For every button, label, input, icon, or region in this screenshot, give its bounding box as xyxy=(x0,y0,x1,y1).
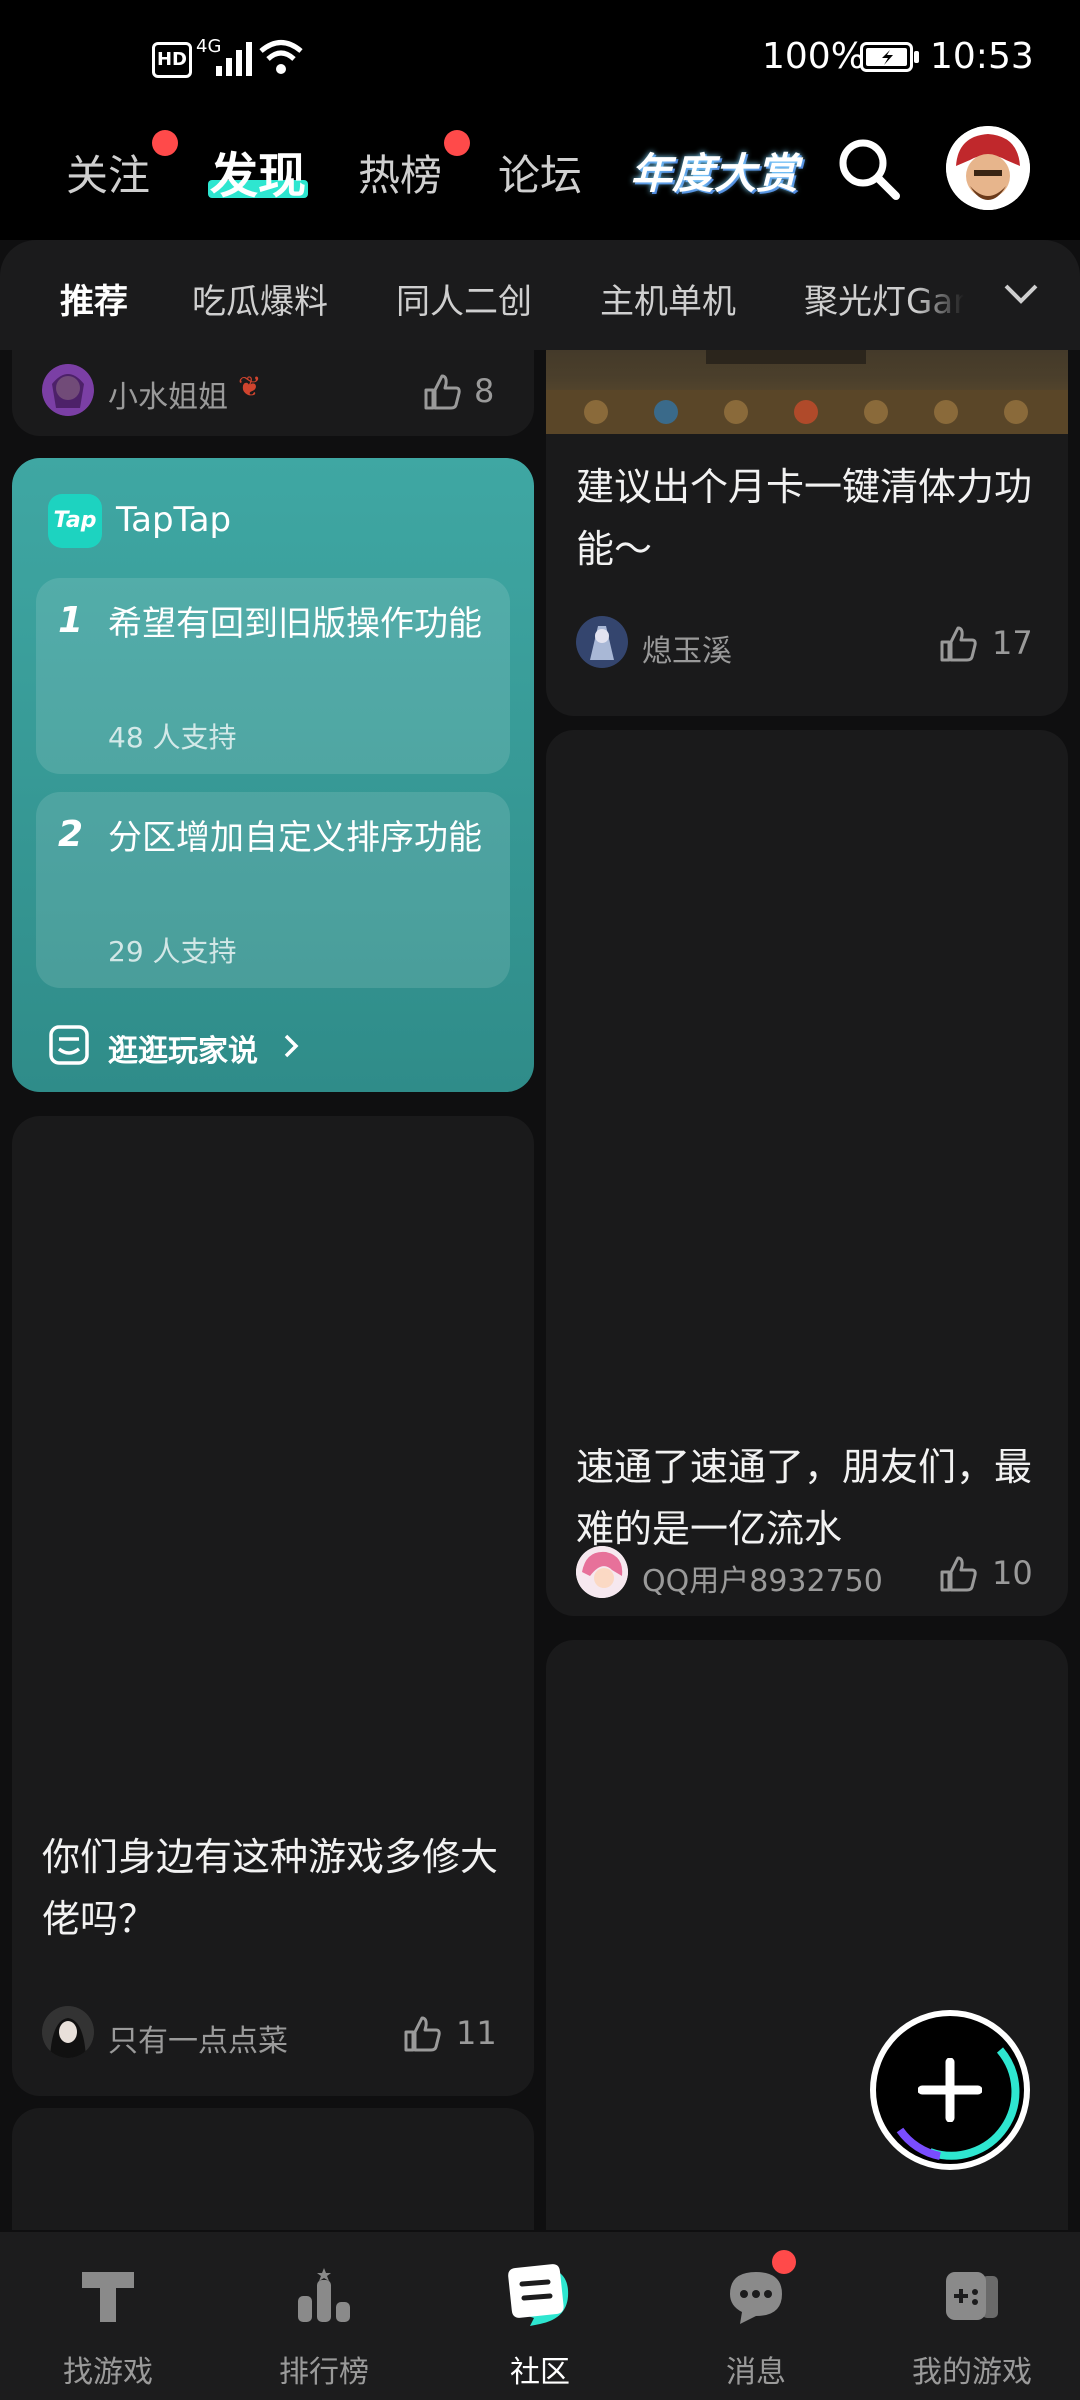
post-card[interactable] xyxy=(12,2108,534,2230)
browse-player-feedback-link[interactable]: 逛逛玩家说 xyxy=(108,1026,258,1070)
category-bar: 推荐 吃瓜爆料 同人二创 主机单机 聚光灯Gam xyxy=(0,240,1080,350)
post-card[interactable]: 你们身边有这种游戏多修大佬吗？ 只有一点点菜 11 xyxy=(12,1116,534,2096)
profile-avatar[interactable] xyxy=(946,126,1030,210)
chevron-down-icon[interactable] xyxy=(1002,280,1040,308)
game-screenshot-icon xyxy=(546,350,1068,434)
feedback-title: 希望有回到旧版操作功能 xyxy=(108,604,482,644)
create-post-button[interactable] xyxy=(870,2010,1030,2170)
taptap-feedback-card[interactable]: Tap TapTap 1 希望有回到旧版操作功能 48 人支持 2 分区增加自定… xyxy=(12,458,534,1092)
thumbs-up-icon[interactable] xyxy=(402,2014,442,2054)
message-icon xyxy=(730,2272,782,2324)
tab-forum[interactable]: 论坛 xyxy=(498,142,582,203)
post-title: 你们身边有这种游戏多修大佬吗？ xyxy=(42,1835,499,1941)
author-name[interactable]: 小水姐姐 xyxy=(108,372,228,416)
support-count: 29 人支持 xyxy=(108,935,237,968)
thumbs-up-icon[interactable] xyxy=(422,372,462,412)
nav-label: 消息 xyxy=(726,2355,786,2390)
bottom-nav: 找游戏 排行榜 社区 消息 我的游戏 xyxy=(0,2232,1080,2400)
feedback-title: 分区增加自定义排序功能 xyxy=(108,818,482,858)
avatar-image-icon xyxy=(576,1546,628,1598)
battery-icon xyxy=(860,42,919,72)
post-image xyxy=(546,350,1068,434)
tab-discover[interactable]: 发现 xyxy=(210,136,306,206)
avatar xyxy=(42,2006,94,2058)
taptap-brand: TapTap xyxy=(116,500,232,540)
post-title: 速通了速通了，朋友们，最难的是一亿流水 xyxy=(576,1445,1033,1551)
feedback-icon xyxy=(49,1025,89,1065)
avatar-face-icon xyxy=(946,126,1030,210)
nav-label: 找游戏 xyxy=(63,2355,153,2390)
search-icon[interactable] xyxy=(836,136,902,202)
like-count: 10 xyxy=(992,1554,1033,1592)
category-spotlight[interactable]: 聚光灯Gam xyxy=(804,274,964,323)
follow-notification-dot xyxy=(152,130,178,156)
feedback-item[interactable]: 1 希望有回到旧版操作功能 48 人支持 xyxy=(36,578,510,774)
taptap-logo-label: Tap xyxy=(53,508,97,533)
plus-icon xyxy=(918,2058,982,2122)
signal-icon xyxy=(216,42,252,76)
post-card[interactable]: 建议出个月卡一键清体力功能～ 熄玉溪 17 xyxy=(546,350,1068,716)
feedback-item[interactable]: 2 分区增加自定义排序功能 29 人支持 xyxy=(36,792,510,988)
left-column: 小水姐姐 ❦ 8 Tap TapTap 1 希望有回到旧版操作功能 48 人支持… xyxy=(0,350,540,2230)
ranking-icon xyxy=(298,2268,350,2322)
hot-notification-dot xyxy=(444,130,470,156)
category-gossip[interactable]: 吃瓜爆料 xyxy=(192,274,328,323)
message-notification-dot xyxy=(772,2250,796,2274)
avatar-image-icon xyxy=(42,364,94,416)
post-meta-row[interactable]: 小水姐姐 ❦ 8 xyxy=(12,350,534,436)
nav-messages[interactable]: 消息 xyxy=(648,2232,864,2400)
my-games-icon xyxy=(946,2272,998,2320)
like-count: 17 xyxy=(992,624,1033,662)
wifi-icon xyxy=(259,40,303,74)
author-name[interactable]: 熄玉溪 xyxy=(642,626,732,670)
avatar-image-icon xyxy=(42,2006,94,2058)
post-card[interactable]: 速通了速通了，朋友们，最难的是一亿流水 QQ用户8932750 10 xyxy=(546,730,1068,1616)
taptap-logo: Tap xyxy=(48,494,102,548)
battery-percent: 100% xyxy=(762,36,865,77)
nav-find-games[interactable]: 找游戏 xyxy=(0,2232,216,2400)
top-header: 关注 发现 热榜 论坛 年度大赏 xyxy=(0,120,1080,240)
right-column: 建议出个月卡一键清体力功能～ 熄玉溪 17 速通了速通了，朋友们，最难的是一亿流… xyxy=(540,350,1080,2230)
author-name[interactable]: QQ用户8932750 xyxy=(642,1556,883,1600)
post-title: 建议出个月卡一键清体力功能～ xyxy=(576,465,1033,571)
support-count: 48 人支持 xyxy=(108,721,237,754)
paw-icon: ❦ xyxy=(238,370,262,403)
clock: 10:53 xyxy=(930,36,1034,77)
category-console[interactable]: 主机单机 xyxy=(600,274,736,323)
find-games-icon xyxy=(82,2272,134,2322)
event-banner[interactable]: 年度大赏 xyxy=(630,140,798,201)
nav-ranking[interactable]: 排行榜 xyxy=(216,2232,432,2400)
avatar xyxy=(576,616,628,668)
category-fanart[interactable]: 同人二创 xyxy=(396,274,532,323)
hd-badge: HD xyxy=(152,42,192,78)
nav-my-games[interactable]: 我的游戏 xyxy=(864,2232,1080,2400)
feed: 小水姐姐 ❦ 8 Tap TapTap 1 希望有回到旧版操作功能 48 人支持… xyxy=(0,350,1080,2230)
avatar xyxy=(576,1546,628,1598)
avatar xyxy=(42,364,94,416)
nav-label: 我的游戏 xyxy=(912,2355,1032,2390)
nav-label: 社区 xyxy=(510,2355,570,2390)
community-icon xyxy=(508,2264,569,2326)
category-recommend[interactable]: 推荐 xyxy=(60,274,128,323)
chevron-right-icon xyxy=(284,1034,299,1058)
thumbs-up-icon[interactable] xyxy=(938,624,978,664)
tab-follow[interactable]: 关注 xyxy=(66,142,150,203)
tab-hot[interactable]: 热榜 xyxy=(358,142,442,203)
author-name[interactable]: 只有一点点菜 xyxy=(108,2016,288,2060)
nav-label: 排行榜 xyxy=(279,2355,369,2390)
avatar-image-icon xyxy=(576,616,628,668)
nav-community[interactable]: 社区 xyxy=(432,2232,648,2400)
like-count: 8 xyxy=(474,372,495,410)
rank-number: 2 xyxy=(58,814,84,855)
hd-label: HD xyxy=(156,49,187,70)
status-bar: HD 4G 100% 10:53 xyxy=(0,0,1080,120)
like-count: 11 xyxy=(456,2014,497,2052)
rank-number: 1 xyxy=(58,600,84,641)
thumbs-up-icon[interactable] xyxy=(938,1554,978,1594)
